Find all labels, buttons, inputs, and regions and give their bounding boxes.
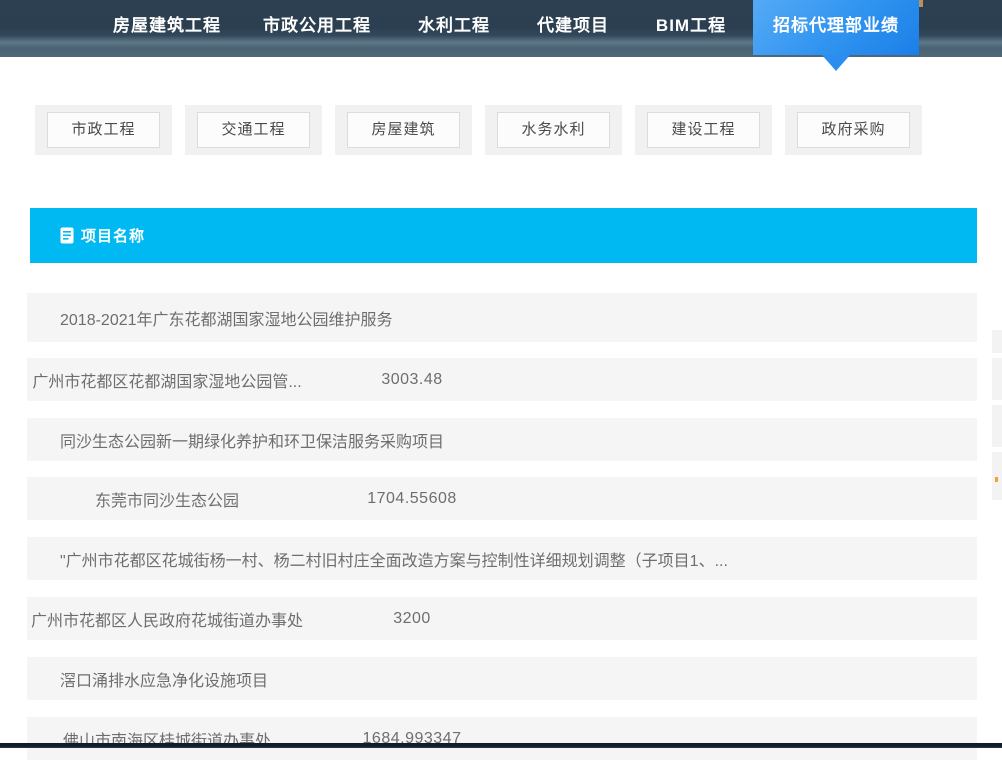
nav-item-bidding-agency-active[interactable]: 招标代理部业绩 <box>753 0 919 55</box>
sidebar-orange-marker <box>995 477 998 482</box>
filter-button-label: 水务水利 <box>497 112 610 148</box>
table-row-project-name: 同沙生态公园新一期绿化养护和环卫保洁服务采购项目 <box>27 418 977 461</box>
document-icon <box>60 227 75 244</box>
amount-value: 3003.48 <box>307 371 517 389</box>
filter-water[interactable]: 水务水利 <box>485 105 622 155</box>
footer-top-edge <box>0 743 1002 748</box>
table-row-project-name: 滘口涌排水应急净化设施项目 <box>27 657 977 700</box>
active-tab-arrow <box>822 55 850 71</box>
project-name-text: 同沙生态公园新一期绿化养护和环卫保洁服务采购项目 <box>60 428 444 452</box>
nav-item-municipal-public[interactable]: 市政公用工程 <box>263 0 371 55</box>
table-row-project-name: 2018-2021年广东花都湖国家湿地公园维护服务 <box>27 293 977 342</box>
project-name-text: "广州市花都区花城街杨一村、杨二村旧村庄全面改造方案与控制性详细规划调整（子项目… <box>60 547 728 571</box>
table-row-client-amount: 广州市花都区人民政府花城街道办事处3200 <box>27 597 977 640</box>
filter-housing[interactable]: 房屋建筑 <box>335 105 472 155</box>
client-name-text: 东莞市同沙生态公园 <box>27 487 307 511</box>
table-header-title: 项目名称 <box>81 225 145 246</box>
table-row-project-name: "广州市花都区花城街杨一村、杨二村旧村庄全面改造方案与控制性详细规划调整（子项目… <box>27 537 977 580</box>
nav-item-water-conservancy[interactable]: 水利工程 <box>418 0 490 55</box>
filter-construction[interactable]: 建设工程 <box>635 105 772 155</box>
project-name-text: 滘口涌排水应急净化设施项目 <box>60 667 268 691</box>
filter-button-label: 建设工程 <box>647 112 760 148</box>
client-name-text: 广州市花都区花都湖国家湿地公园管... <box>27 368 307 392</box>
nav-item-bim[interactable]: BIM工程 <box>656 0 726 55</box>
floating-sidebar-item[interactable] <box>992 358 1002 400</box>
amount-value: 1704.55608 <box>307 490 517 508</box>
amount-value: 3200 <box>307 610 517 628</box>
client-name-text: 广州市花都区人民政府花城街道办事处 <box>27 607 307 631</box>
filter-button-label: 政府采购 <box>797 112 910 148</box>
table-header-bar: 项目名称 <box>30 208 977 263</box>
filter-button-label: 交通工程 <box>197 112 310 148</box>
table-row-client-amount: 东莞市同沙生态公园1704.55608 <box>27 477 977 520</box>
project-name-text: 2018-2021年广东花都湖国家湿地公园维护服务 <box>60 306 393 330</box>
filter-traffic[interactable]: 交通工程 <box>185 105 322 155</box>
filter-button-label: 房屋建筑 <box>347 112 460 148</box>
floating-sidebar-item[interactable] <box>992 452 1002 500</box>
table-row-client-amount: 广州市花都区花都湖国家湿地公园管...3003.48 <box>27 358 977 401</box>
table-row-client-amount: 佛山市南海区桂城街道办事处1684.993347 <box>27 717 977 760</box>
hero-banner: 房屋建筑工程 市政公用工程 水利工程 代建项目 BIM工程 招标代理部业绩 <box>0 0 1002 57</box>
filter-button-label: 市政工程 <box>47 112 160 148</box>
floating-sidebar-item[interactable] <box>992 330 1002 353</box>
filter-government-procurement[interactable]: 政府采购 <box>785 105 922 155</box>
filter-municipal[interactable]: 市政工程 <box>35 105 172 155</box>
nav-item-agent-construction[interactable]: 代建项目 <box>537 0 609 55</box>
nav-item-housing-construction[interactable]: 房屋建筑工程 <box>113 0 221 55</box>
floating-sidebar-item[interactable] <box>992 405 1002 447</box>
